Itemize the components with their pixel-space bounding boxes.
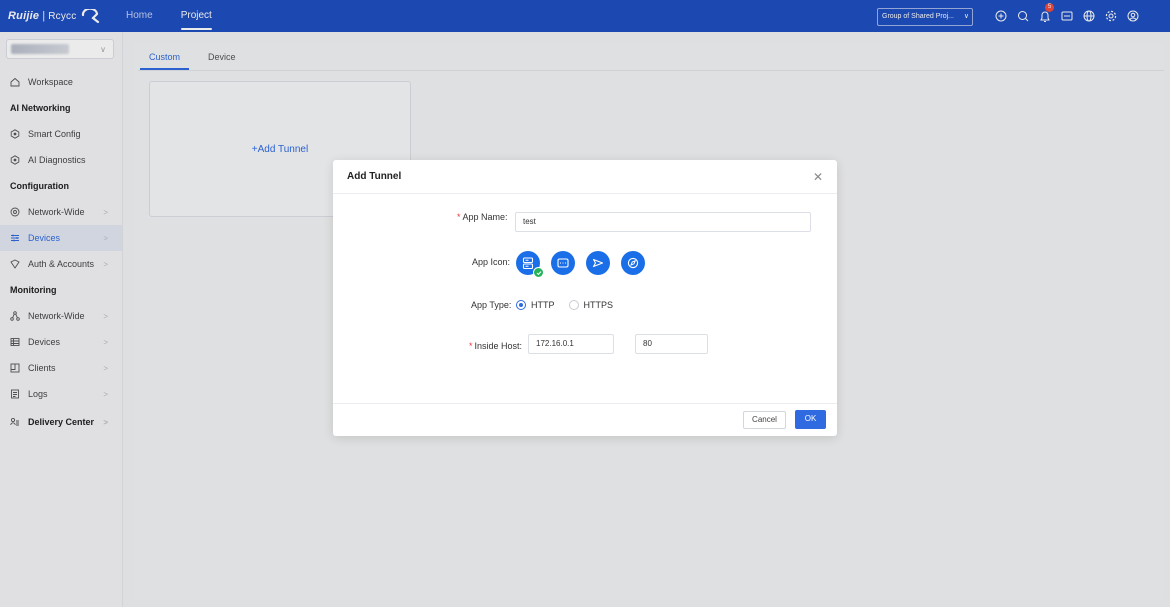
add-tunnel-dialog: Add Tunnel ✕ * App Name: test App Icon: … xyxy=(333,160,837,436)
compass-icon[interactable] xyxy=(621,251,645,275)
app-name-input[interactable]: test xyxy=(515,212,811,232)
send-icon[interactable] xyxy=(586,251,610,275)
selected-check-icon xyxy=(533,267,544,278)
radio-https-label[interactable]: HTTPS xyxy=(584,300,614,310)
terminal-icon[interactable] xyxy=(551,251,575,275)
app-icon-picker xyxy=(516,251,656,278)
app-type-radio-group: HTTP HTTPS xyxy=(516,300,613,310)
radio-http-label[interactable]: HTTP xyxy=(531,300,555,310)
inside-host-port-input[interactable]: 80 xyxy=(635,334,708,354)
app-icon-row: App Icon: xyxy=(472,257,510,267)
app-name-row: * App Name: xyxy=(457,212,508,222)
close-icon[interactable]: ✕ xyxy=(813,170,823,184)
app-type-label: App Type: xyxy=(471,300,512,310)
radio-http[interactable] xyxy=(516,300,526,310)
inside-host-row: * Inside Host: xyxy=(469,341,523,351)
app-type-row: App Type: xyxy=(471,300,511,310)
inside-host-ip-input[interactable]: 172.16.0.1 xyxy=(528,334,614,354)
cancel-button[interactable]: Cancel xyxy=(743,411,786,429)
app-icon-label: App Icon: xyxy=(472,257,511,267)
server-icon[interactable] xyxy=(516,251,544,278)
dialog-footer: Cancel OK xyxy=(333,403,837,436)
ok-button[interactable]: OK xyxy=(795,410,826,429)
radio-https[interactable] xyxy=(568,300,579,310)
inside-host-label: Inside Host: xyxy=(474,341,523,351)
dialog-header: Add Tunnel ✕ xyxy=(333,160,837,194)
dialog-title: Add Tunnel xyxy=(347,171,402,182)
app-name-label: App Name: xyxy=(462,212,508,222)
